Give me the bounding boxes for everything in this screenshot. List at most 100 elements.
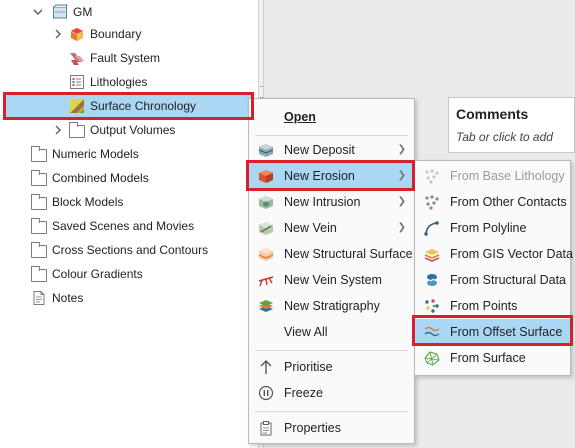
tree-folder-saved-scenes[interactable]: Saved Scenes and Movies — [31, 215, 194, 237]
menu-item-prioritise-label: Prioritise — [284, 360, 333, 374]
menu-item-view-all-label: View All — [284, 325, 328, 339]
tree-item-notes[interactable]: Notes — [31, 287, 83, 309]
surface-mesh-icon — [424, 350, 440, 366]
tree-item-gm[interactable]: GM — [32, 1, 92, 23]
tree-folder-label: Combined Models — [52, 171, 149, 185]
tree-folder-colour-gradients[interactable]: Colour Gradients — [31, 263, 143, 285]
arrow-up-icon — [258, 359, 274, 375]
tree-folder-block-models[interactable]: Block Models — [31, 191, 123, 213]
folder-icon — [31, 242, 47, 258]
tree-item-lithologies-label: Lithologies — [90, 75, 148, 89]
structural-surface-icon — [258, 246, 274, 262]
menu-separator — [255, 350, 408, 351]
menu-item-open[interactable]: Open — [249, 104, 414, 130]
menu-item-new-vein-label: New Vein — [284, 221, 337, 235]
folder-icon — [31, 266, 47, 282]
menu-item-new-intrusion-label: New Intrusion — [284, 195, 361, 209]
menu-item-new-stratigraphy-label: New Stratigraphy — [284, 299, 380, 313]
comments-title: Comments — [456, 106, 529, 122]
menu-separator — [255, 135, 408, 136]
submenu-item-from-structural-data-label: From Structural Data — [450, 273, 567, 287]
geological-model-icon — [52, 4, 68, 20]
tree-item-boundary-label: Boundary — [90, 27, 142, 41]
other-contacts-icon — [424, 194, 440, 210]
folder-icon — [31, 194, 47, 210]
submenu-item-from-base-lithology: From Base Lithology — [415, 163, 570, 189]
menu-item-freeze-label: Freeze — [284, 386, 323, 400]
submenu-item-from-polyline-label: From Polyline — [450, 221, 527, 235]
lithologies-icon — [69, 74, 85, 90]
intrusion-icon — [258, 194, 274, 210]
tree-item-gm-label: GM — [73, 5, 93, 19]
menu-item-new-deposit-label: New Deposit — [284, 143, 355, 157]
menu-item-new-structural-surface[interactable]: New Structural Surface — [249, 241, 414, 267]
tree-item-output-volumes[interactable]: Output Volumes — [52, 119, 175, 141]
submenu-arrow-icon: ❯ — [397, 196, 406, 207]
comments-panel[interactable]: Comments Tab or click to add — [448, 97, 575, 153]
submenu-item-from-other-contacts[interactable]: From Other Contacts — [415, 189, 570, 215]
tree-item-notes-label: Notes — [52, 291, 84, 305]
points-icon — [424, 298, 440, 314]
chevron-down-icon[interactable] — [32, 1, 44, 23]
menu-item-view-all[interactable]: View All — [249, 319, 414, 345]
project-tree: GM Boundary Fault System Lithologies Sur… — [0, 0, 258, 448]
tree-folder-cross-sections[interactable]: Cross Sections and Contours — [31, 239, 208, 261]
boundary-icon — [69, 26, 85, 42]
menu-item-new-vein-system[interactable]: New Vein System — [249, 267, 414, 293]
tree-item-fault-system-label: Fault System — [90, 51, 161, 65]
submenu-item-from-surface[interactable]: From Surface — [415, 345, 570, 371]
submenu-item-from-gis-vector-data[interactable]: From GIS Vector Data — [415, 241, 573, 267]
polyline-icon — [424, 220, 440, 236]
menu-item-new-structural-surface-label: New Structural Surface — [284, 247, 413, 261]
notes-icon — [31, 290, 47, 306]
properties-icon — [258, 420, 274, 436]
submenu-item-from-base-lithology-label: From Base Lithology — [450, 169, 565, 183]
menu-separator — [255, 411, 408, 412]
tree-folder-label: Cross Sections and Contours — [52, 243, 209, 257]
menu-item-open-label: Open — [284, 110, 316, 124]
context-menu: Open New Deposit ❯ New Erosion ❯ New Int… — [248, 98, 415, 444]
submenu-arrow-icon: ❯ — [397, 144, 406, 155]
tree-item-boundary[interactable]: Boundary — [52, 23, 141, 45]
tree-item-output-volumes-label: Output Volumes — [90, 123, 176, 137]
splitter-grip[interactable] — [260, 86, 263, 98]
highlight-from-offset-surface — [412, 315, 573, 346]
menu-item-properties[interactable]: Properties — [249, 415, 414, 441]
vein-system-icon — [258, 272, 274, 288]
gis-vector-icon — [424, 246, 440, 262]
folder-icon — [31, 218, 47, 234]
base-lithology-icon — [424, 168, 440, 184]
tree-item-lithologies[interactable]: Lithologies — [69, 71, 147, 93]
submenu-item-from-polyline[interactable]: From Polyline — [415, 215, 570, 241]
tree-folder-combined-models[interactable]: Combined Models — [31, 167, 149, 189]
fault-system-icon — [69, 50, 85, 66]
folder-icon — [69, 122, 85, 138]
tree-folder-numeric-models[interactable]: Numeric Models — [31, 143, 139, 165]
menu-item-properties-label: Properties — [284, 421, 341, 435]
menu-item-new-vein[interactable]: New Vein ❯ — [249, 215, 414, 241]
tree-folder-label: Colour Gradients — [52, 267, 143, 281]
submenu-item-from-surface-label: From Surface — [450, 351, 526, 365]
comments-placeholder[interactable]: Tab or click to add — [456, 130, 553, 144]
submenu-arrow-icon: ❯ — [397, 222, 406, 233]
submenu-item-from-other-contacts-label: From Other Contacts — [450, 195, 567, 209]
deposit-icon — [258, 142, 274, 158]
menu-item-new-intrusion[interactable]: New Intrusion ❯ — [249, 189, 414, 215]
chevron-right-icon[interactable] — [52, 23, 64, 45]
tree-folder-label: Block Models — [52, 195, 124, 209]
menu-item-freeze[interactable]: Freeze — [249, 380, 414, 406]
tree-folder-label: Numeric Models — [52, 147, 139, 161]
vein-icon — [258, 220, 274, 236]
submenu-item-from-structural-data[interactable]: From Structural Data — [415, 267, 570, 293]
chevron-right-icon[interactable] — [52, 119, 64, 141]
stratigraphy-icon — [258, 298, 274, 314]
folder-icon — [31, 170, 47, 186]
menu-item-new-vein-system-label: New Vein System — [284, 273, 382, 287]
submenu-item-from-points-label: From Points — [450, 299, 518, 313]
tree-folder-label: Saved Scenes and Movies — [52, 219, 195, 233]
menu-item-new-stratigraphy[interactable]: New Stratigraphy — [249, 293, 414, 319]
highlight-new-erosion — [246, 160, 415, 191]
highlight-surface-chronology — [3, 92, 254, 120]
menu-item-prioritise[interactable]: Prioritise — [249, 354, 414, 380]
tree-item-fault-system[interactable]: Fault System — [69, 47, 160, 69]
